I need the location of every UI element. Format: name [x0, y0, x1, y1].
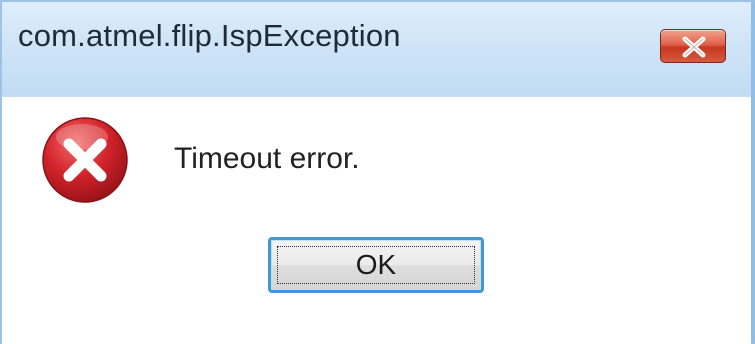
error-message: Timeout error. — [174, 142, 360, 175]
error-dialog: com.atmel.flip.IspException Timeout erro… — [0, 0, 755, 344]
close-button[interactable] — [660, 29, 726, 63]
ok-button-label: OK — [355, 249, 397, 280]
close-x-icon — [682, 36, 706, 58]
error-icon — [42, 117, 128, 203]
ok-button[interactable]: OK — [268, 237, 484, 293]
title-bar[interactable]: com.atmel.flip.IspException — [2, 2, 751, 97]
dialog-title: com.atmel.flip.IspException — [18, 18, 401, 53]
dialog-body: Timeout error. OK — [2, 97, 751, 344]
